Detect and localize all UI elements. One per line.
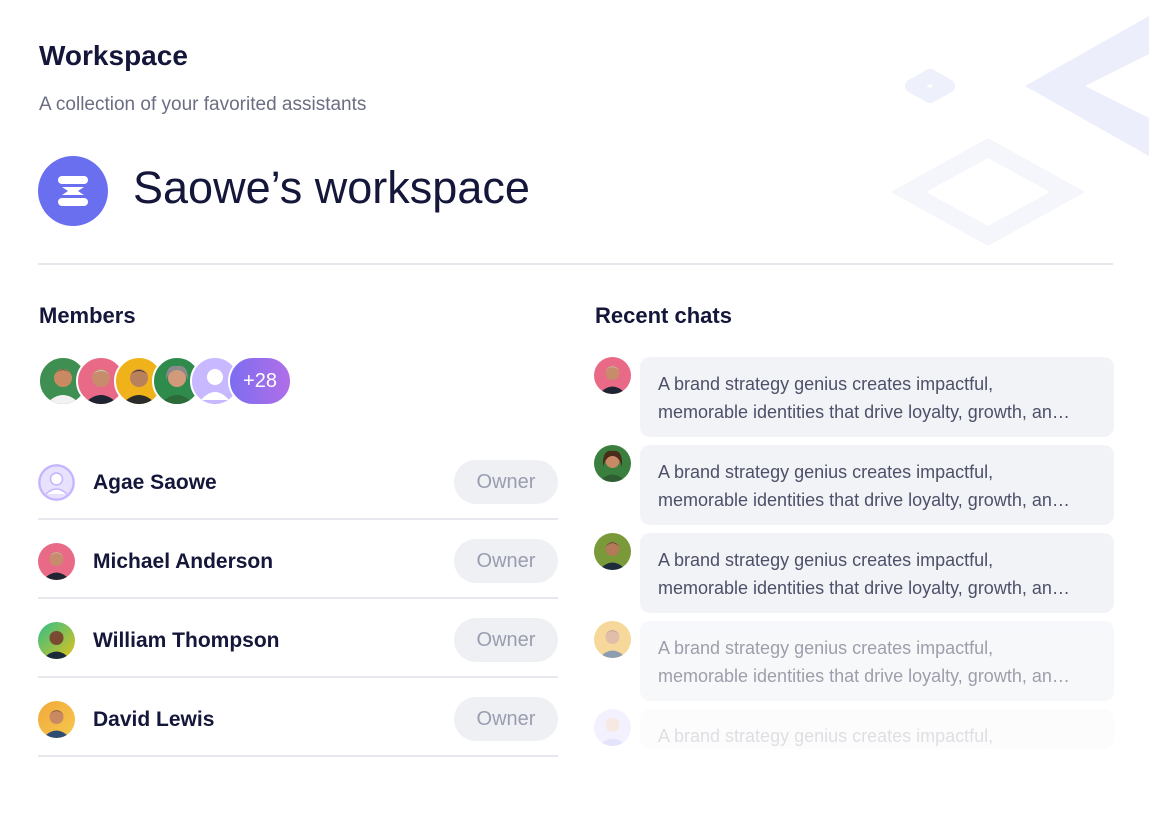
workspace-page: Workspace A collection of your favorited… [0, 0, 1149, 813]
role-badge[interactable]: Owner [454, 618, 558, 662]
workspace-logo-icon [38, 156, 108, 226]
chat-preview-line: memorable identities that drive loyalty,… [658, 666, 1070, 686]
member-name: Agae Saowe [93, 471, 217, 494]
chat-preview-line: A brand strategy genius creates impactfu… [658, 374, 994, 394]
assistant-avatar [594, 621, 631, 658]
chat-preview-line: A brand strategy genius creates impactfu… [658, 638, 994, 658]
assistant-avatar [594, 445, 631, 482]
role-badge[interactable]: Owner [454, 539, 558, 583]
chat-preview[interactable]: A brand strategy genius creates impactfu… [640, 533, 1114, 613]
assistant-avatar [594, 709, 631, 746]
chat-preview[interactable]: A brand strategy genius creates impactfu… [640, 621, 1114, 701]
chat-preview-line: memorable identities that drive loyalty,… [658, 578, 1070, 598]
member-avatar [38, 543, 75, 580]
member-row[interactable]: Agae Saowe Owner [38, 442, 558, 520]
member-row[interactable]: Michael Anderson Owner [38, 521, 558, 599]
member-row[interactable]: David Lewis Owner [38, 679, 558, 757]
member-name: William Thompson [93, 629, 280, 652]
chat-preview-line: A brand strategy genius creates impactfu… [658, 462, 994, 482]
member-name: David Lewis [93, 708, 215, 731]
chat-preview-line: A brand strategy genius creates impactfu… [658, 550, 994, 570]
members-heading: Members [39, 303, 136, 328]
chat-preview[interactable]: A brand strategy genius creates impactfu… [640, 357, 1114, 437]
chat-preview[interactable]: A brand strategy genius creates impactfu… [640, 709, 1114, 749]
recent-chats-heading: Recent chats [595, 303, 732, 328]
section-divider [38, 263, 1113, 265]
more-members-badge[interactable]: +28 [228, 356, 292, 406]
member-avatar [38, 622, 75, 659]
assistant-avatar [594, 357, 631, 394]
member-avatar-placeholder [38, 464, 75, 501]
chat-item[interactable]: A brand strategy genius creates impactfu… [594, 445, 1114, 525]
role-badge[interactable]: Owner [454, 460, 558, 504]
page-title: Workspace [39, 40, 188, 71]
chat-preview-line: memorable identities that drive loyalty,… [658, 490, 1070, 510]
assistant-avatar [594, 533, 631, 570]
chat-item[interactable]: A brand strategy genius creates impactfu… [594, 357, 1114, 437]
members-avatar-stack[interactable]: +28 [38, 356, 298, 406]
role-badge[interactable]: Owner [454, 697, 558, 741]
chat-item[interactable]: A brand strategy genius creates impactfu… [594, 709, 1114, 749]
chat-item[interactable]: A brand strategy genius creates impactfu… [594, 621, 1114, 701]
member-row[interactable]: William Thompson Owner [38, 600, 558, 678]
member-avatar [38, 701, 75, 738]
chat-item[interactable]: A brand strategy genius creates impactfu… [594, 533, 1114, 613]
page-subtitle: A collection of your favorited assistant… [39, 94, 367, 115]
workspace-name: Saowe’s workspace [133, 162, 530, 213]
member-name: Michael Anderson [93, 550, 274, 573]
chat-preview[interactable]: A brand strategy genius creates impactfu… [640, 445, 1114, 525]
chat-preview-line: A brand strategy genius creates impactfu… [658, 726, 994, 746]
chat-preview-line: memorable identities that drive loyalty,… [658, 402, 1070, 422]
